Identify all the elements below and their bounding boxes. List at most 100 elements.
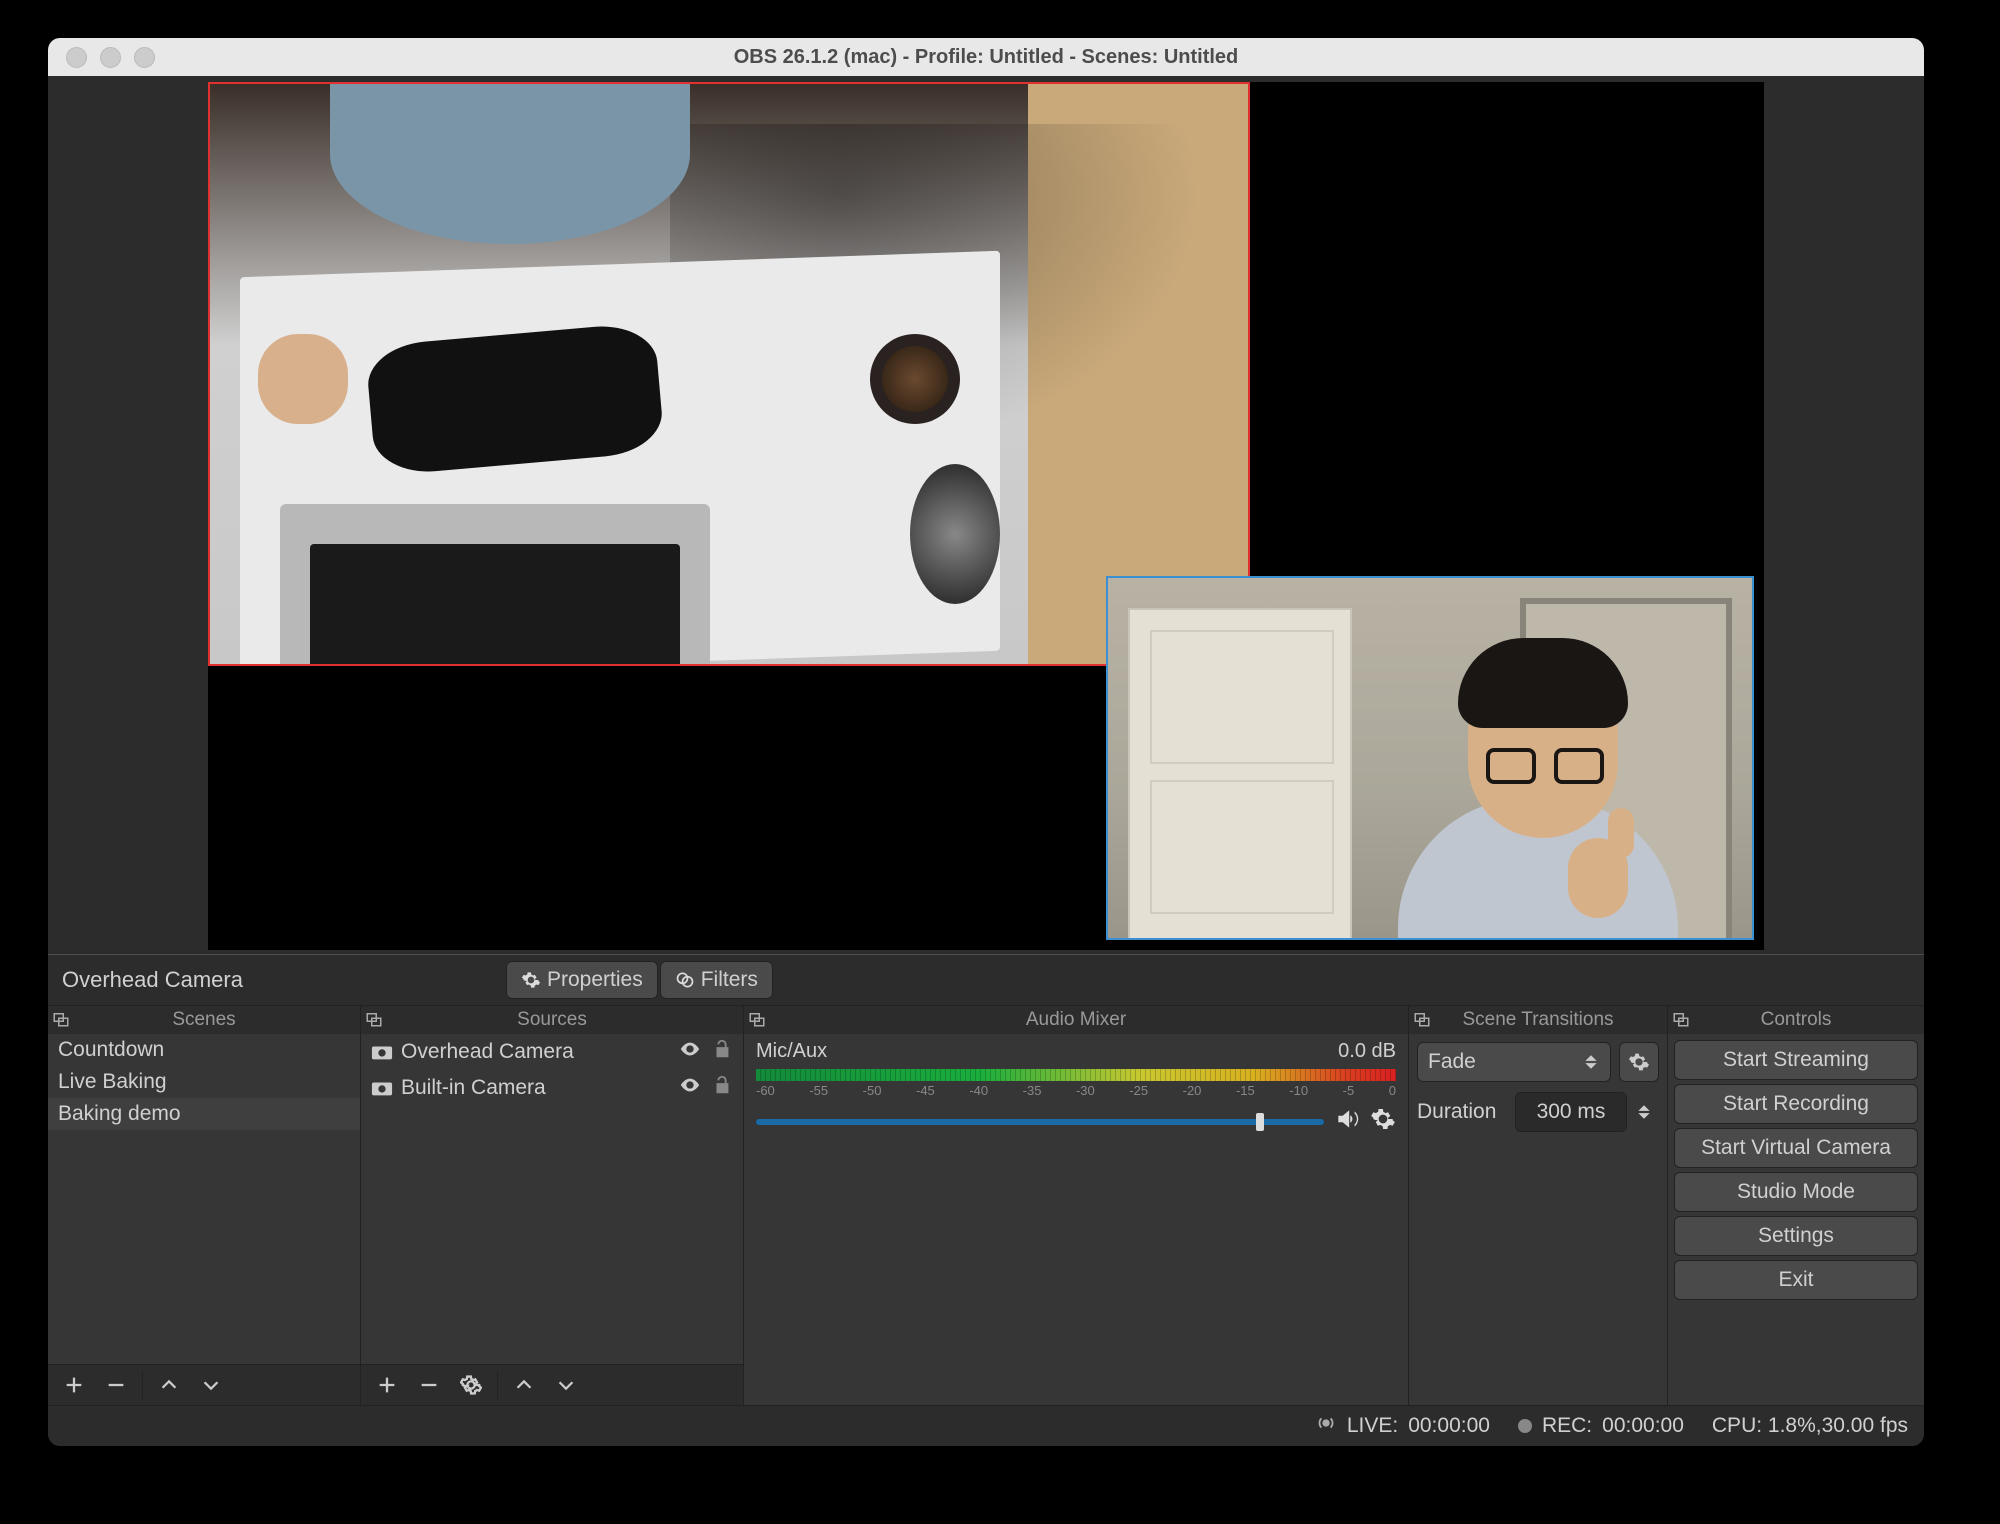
source-properties-button[interactable]: [451, 1369, 491, 1401]
mixer-channel-level: 0.0 dB: [1338, 1040, 1396, 1063]
duration-spinner-icon[interactable]: [1635, 1103, 1653, 1121]
titlebar: OBS 26.1.2 (mac) - Profile: Untitled - S…: [48, 38, 1924, 76]
controls-body: Start StreamingStart RecordingStart Virt…: [1668, 1034, 1924, 1306]
meter-tick: -30: [1076, 1083, 1095, 1098]
remove-source-button[interactable]: [409, 1369, 449, 1401]
program-preview[interactable]: [208, 82, 1764, 950]
meter-tick: -55: [809, 1083, 828, 1098]
visibility-toggle-icon[interactable]: [679, 1038, 701, 1066]
status-live: LIVE: 00:00:00: [1315, 1412, 1490, 1440]
app-window: OBS 26.1.2 (mac) - Profile: Untitled - S…: [48, 38, 1924, 1446]
preview-area: [48, 76, 1924, 954]
mixer-channel: Mic/Aux 0.0 dB -60-55-50-45-40-35-30-25-…: [744, 1034, 1408, 1137]
scene-item[interactable]: Live Baking: [48, 1066, 360, 1098]
scenes-header: Scenes: [48, 1006, 360, 1034]
transition-select[interactable]: Fade: [1417, 1042, 1611, 1082]
minimize-window-icon[interactable]: [100, 47, 121, 68]
move-source-down-button[interactable]: [546, 1369, 586, 1401]
meter-tick: -5: [1343, 1083, 1355, 1098]
dock-icon[interactable]: [748, 1010, 766, 1028]
sources-panel: Sources Overhead CameraBuilt-in Camera: [361, 1006, 744, 1405]
lock-toggle-icon[interactable]: [711, 1074, 733, 1102]
gear-icon: [521, 970, 541, 990]
filters-icon: [675, 970, 695, 990]
camera-icon: [371, 1079, 393, 1097]
meter-tick: 0: [1389, 1083, 1396, 1098]
source-overhead-camera[interactable]: [208, 82, 1250, 666]
volume-slider[interactable]: [756, 1119, 1324, 1125]
broadcast-icon: [1315, 1412, 1337, 1440]
mixer-header: Audio Mixer: [744, 1006, 1408, 1034]
window-title: OBS 26.1.2 (mac) - Profile: Untitled - S…: [48, 46, 1924, 69]
scene-item[interactable]: Baking demo: [48, 1098, 360, 1130]
mixer-body: Mic/Aux 0.0 dB -60-55-50-45-40-35-30-25-…: [744, 1034, 1408, 1405]
sources-toolbar: [361, 1364, 743, 1405]
meter-tick: -50: [863, 1083, 882, 1098]
speaker-icon[interactable]: [1334, 1106, 1360, 1137]
record-dot-icon: [1518, 1419, 1532, 1433]
add-source-button[interactable]: [367, 1369, 407, 1401]
source-item-label: Built-in Camera: [401, 1076, 546, 1100]
start-streaming-button[interactable]: Start Streaming: [1674, 1040, 1918, 1080]
move-scene-down-button[interactable]: [191, 1369, 231, 1401]
meter-tick: -20: [1183, 1083, 1202, 1098]
audio-mixer-panel: Audio Mixer Mic/Aux 0.0 dB -60-55-50-45-…: [744, 1006, 1409, 1405]
sources-list[interactable]: Overhead Camera Built-in Camera: [361, 1034, 743, 1364]
meter-tick: -40: [969, 1083, 988, 1098]
select-spinner-icon: [1582, 1053, 1600, 1071]
dock-icon[interactable]: [52, 1010, 70, 1028]
studio-mode-button[interactable]: Studio Mode: [1674, 1172, 1918, 1212]
filters-button[interactable]: Filters: [660, 961, 773, 999]
transitions-panel: Scene Transitions Fade Duration 300 ms: [1409, 1006, 1668, 1405]
add-scene-button[interactable]: [54, 1369, 94, 1401]
settings-button[interactable]: Settings: [1674, 1216, 1918, 1256]
window-controls: [48, 47, 155, 68]
start-recording-button[interactable]: Start Recording: [1674, 1084, 1918, 1124]
start-virtual-camera-button[interactable]: Start Virtual Camera: [1674, 1128, 1918, 1168]
status-rec: REC: 00:00:00: [1518, 1414, 1684, 1438]
meter-tick: -60: [756, 1083, 775, 1098]
transitions-body: Fade Duration 300 ms: [1409, 1034, 1667, 1140]
status-cpu: CPU: 1.8%,30.00 fps: [1712, 1414, 1908, 1438]
move-scene-up-button[interactable]: [149, 1369, 189, 1401]
channel-settings-icon[interactable]: [1370, 1106, 1396, 1137]
zoom-window-icon[interactable]: [134, 47, 155, 68]
source-item-label: Overhead Camera: [401, 1040, 574, 1064]
lock-toggle-icon[interactable]: [711, 1038, 733, 1066]
properties-button[interactable]: Properties: [506, 961, 658, 999]
controls-header: Controls: [1668, 1006, 1924, 1034]
transition-settings-button[interactable]: [1619, 1042, 1659, 1082]
statusbar: LIVE: 00:00:00 REC: 00:00:00 CPU: 1.8%,3…: [48, 1405, 1924, 1446]
docks-row: Scenes Countdown Live Baking Baking demo S…: [48, 1005, 1924, 1405]
scene-item-label: Live Baking: [58, 1070, 167, 1094]
scene-item-label: Baking demo: [58, 1102, 181, 1126]
dock-icon[interactable]: [1413, 1010, 1431, 1028]
meter-ticks: -60-55-50-45-40-35-30-25-20-15-10-50: [756, 1083, 1396, 1098]
close-window-icon[interactable]: [66, 47, 87, 68]
dock-icon[interactable]: [365, 1010, 383, 1028]
transitions-header: Scene Transitions: [1409, 1006, 1667, 1034]
source-item[interactable]: Built-in Camera: [361, 1070, 743, 1106]
duration-label: Duration: [1417, 1100, 1507, 1124]
meter-tick: -10: [1289, 1083, 1308, 1098]
selected-source-label: Overhead Camera: [56, 967, 498, 993]
remove-scene-button[interactable]: [96, 1369, 136, 1401]
dock-icon[interactable]: [1672, 1010, 1690, 1028]
duration-input[interactable]: 300 ms: [1515, 1092, 1627, 1132]
scenes-list[interactable]: Countdown Live Baking Baking demo: [48, 1034, 360, 1364]
move-source-up-button[interactable]: [504, 1369, 544, 1401]
visibility-toggle-icon[interactable]: [679, 1074, 701, 1102]
source-item[interactable]: Overhead Camera: [361, 1034, 743, 1070]
mixer-channel-name: Mic/Aux: [756, 1040, 827, 1063]
scene-item[interactable]: Countdown: [48, 1034, 360, 1066]
controls-panel: Controls Start StreamingStart RecordingS…: [1668, 1006, 1924, 1405]
source-builtin-camera[interactable]: [1106, 576, 1754, 940]
scene-item-label: Countdown: [58, 1038, 164, 1062]
camera-icon: [371, 1043, 393, 1061]
audio-meter: [756, 1069, 1396, 1081]
meter-tick: -15: [1236, 1083, 1255, 1098]
exit-button[interactable]: Exit: [1674, 1260, 1918, 1300]
meter-tick: -35: [1023, 1083, 1042, 1098]
source-context-toolbar: Overhead Camera Properties Filters: [48, 954, 1924, 1005]
scenes-panel: Scenes Countdown Live Baking Baking demo: [48, 1006, 361, 1405]
